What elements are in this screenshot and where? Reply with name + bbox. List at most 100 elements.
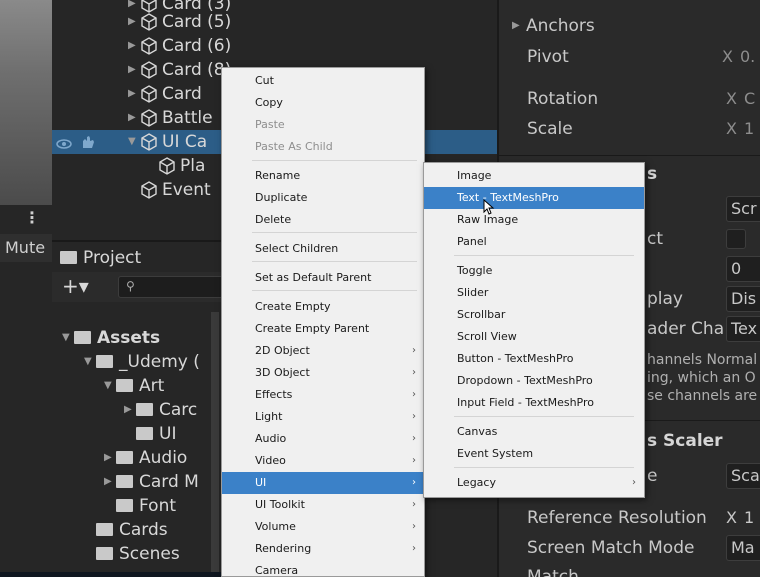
visibility-eye-icon[interactable] — [56, 135, 72, 149]
project-folder-item[interactable]: ▶ Carc — [124, 398, 197, 422]
target-display-dropdown[interactable]: Dis — [726, 286, 760, 312]
scale-x-value[interactable]: 1 — [744, 116, 754, 142]
context-menu-item[interactable]: 2D Object › — [222, 340, 424, 362]
project-folder-item[interactable]: Cards — [84, 518, 168, 542]
project-folder-item[interactable]: ▼ Art — [104, 374, 164, 398]
ui-submenu-item[interactable]: Event System — [424, 443, 644, 465]
sort-order-field[interactable]: 0 — [726, 256, 760, 282]
shader-channels-label: ader Cha — [647, 319, 725, 339]
hierarchy-item[interactable]: ▼ UI Ca — [128, 130, 207, 154]
context-menu-item-label: Copy — [255, 96, 283, 109]
context-menu-item[interactable]: UI › — [222, 472, 424, 494]
render-mode-dropdown[interactable]: Scr — [726, 196, 760, 222]
context-menu-item[interactable]: Create Empty Parent — [222, 318, 424, 340]
foldout-arrow-icon[interactable]: ▶ — [128, 58, 140, 82]
hierarchy-item[interactable]: ▶ Card (5) — [128, 10, 231, 34]
context-menu-item[interactable]: Create Empty — [222, 296, 424, 318]
foldout-arrow-icon[interactable]: ▶ — [104, 470, 116, 494]
foldout-arrow-icon[interactable]: ▶ — [104, 446, 116, 470]
canvas-component-header[interactable]: s — [647, 158, 657, 190]
pixel-perfect-label: ct — [647, 229, 664, 249]
rotation-label: Rotation — [527, 89, 599, 109]
reference-resolution-x-value[interactable]: 1 — [744, 505, 754, 531]
context-menu-item: Paste — [222, 114, 424, 136]
ui-submenu-item-label: Scroll View — [457, 330, 517, 343]
hierarchy-item[interactable]: ▶ Battle — [128, 106, 213, 130]
hierarchy-item[interactable]: ▶ Card (8) — [128, 58, 231, 82]
context-menu-item[interactable]: Rename — [222, 165, 424, 187]
context-menu-item[interactable]: Light › — [222, 406, 424, 428]
foldout-arrow-icon[interactable]: ▶ — [128, 82, 140, 106]
project-folder-item[interactable]: ▼ Assets — [62, 326, 160, 350]
context-menu-item-label: UI Toolkit — [255, 498, 305, 511]
project-folder-item[interactable]: UI — [124, 422, 176, 446]
project-folder-item[interactable]: Scenes — [84, 542, 180, 566]
pickable-hand-icon[interactable] — [80, 134, 96, 148]
context-menu-item[interactable]: Camera — [222, 560, 424, 577]
kebab-menu-icon[interactable]: ⋮ — [24, 208, 40, 227]
canvas-scaler-header[interactable]: s Scaler — [647, 425, 723, 457]
project-folder-item[interactable]: ▼ _Udemy ( — [84, 350, 200, 374]
project-folder-item[interactable]: ▶ Card M — [104, 470, 199, 494]
rotation-x-value[interactable]: C — [744, 86, 755, 112]
project-tab[interactable]: Project — [60, 244, 141, 272]
context-menu-item[interactable]: Cut — [222, 70, 424, 92]
context-menu-item[interactable]: Select Children — [222, 238, 424, 260]
context-menu-item[interactable]: Rendering › — [222, 538, 424, 560]
ui-submenu-item[interactable]: Input Field - TextMeshPro — [424, 392, 644, 414]
context-menu-item[interactable]: Duplicate — [222, 187, 424, 209]
hierarchy-item[interactable]: ▶ Card — [128, 82, 202, 106]
pivot-x-value[interactable]: 0. — [740, 44, 755, 70]
ui-submenu-item[interactable]: Canvas — [424, 421, 644, 443]
foldout-arrow-icon[interactable]: ▼ — [84, 350, 96, 374]
shader-channels-dropdown[interactable]: Tex — [726, 316, 760, 342]
scale-x-label: X — [726, 119, 737, 138]
context-menu-item[interactable]: Effects › — [222, 384, 424, 406]
context-menu-item[interactable]: Video › — [222, 450, 424, 472]
context-menu-item-label: Rename — [255, 169, 301, 182]
foldout-open-icon[interactable]: ▼ — [128, 130, 140, 154]
foldout-arrow-icon[interactable]: ▼ — [62, 326, 74, 350]
hierarchy-item[interactable]: Pla — [146, 154, 205, 178]
ui-submenu-item[interactable]: Text - TextMeshPro — [424, 187, 644, 209]
screen-match-mode-dropdown[interactable]: Ma — [726, 535, 760, 561]
foldout-arrow-icon[interactable]: ▶ — [128, 10, 140, 34]
ui-submenu-item[interactable]: Scrollbar — [424, 304, 644, 326]
ui-submenu-item[interactable]: Raw Image — [424, 209, 644, 231]
hierarchy-item[interactable]: Event — [128, 178, 211, 202]
ui-submenu-item[interactable]: Dropdown - TextMeshPro — [424, 370, 644, 392]
ui-submenu-item[interactable]: Slider — [424, 282, 644, 304]
project-scrollbar[interactable] — [211, 312, 219, 577]
context-menu-item-label: Duplicate — [255, 191, 308, 204]
hierarchy-item-label: Card — [162, 84, 202, 104]
mute-button[interactable]: Mute — [0, 234, 52, 262]
ui-submenu-item[interactable]: Button - TextMeshPro — [424, 348, 644, 370]
anchors-foldout[interactable]: ▶ Anchors — [512, 13, 595, 39]
context-menu-item[interactable]: Volume › — [222, 516, 424, 538]
context-menu-item[interactable]: Delete — [222, 209, 424, 231]
ui-submenu-item[interactable]: Toggle — [424, 260, 644, 282]
context-menu-item[interactable]: Audio › — [222, 428, 424, 450]
context-menu-item[interactable]: Copy — [222, 92, 424, 114]
ui-scale-mode-dropdown[interactable]: Sca — [726, 463, 760, 489]
foldout-arrow-icon[interactable]: ▼ — [104, 374, 116, 398]
context-menu-item[interactable]: UI Toolkit › — [222, 494, 424, 516]
gameobject-cube-icon — [140, 133, 158, 151]
create-asset-button[interactable]: +▾ — [62, 274, 89, 298]
project-folder-item[interactable]: ▶ Audio — [104, 446, 187, 470]
foldout-arrow-icon[interactable]: ▶ — [128, 106, 140, 130]
foldout-arrow-icon[interactable]: ▶ — [124, 398, 136, 422]
pixel-perfect-checkbox[interactable] — [726, 229, 746, 249]
ui-submenu-item[interactable]: Image — [424, 165, 644, 187]
foldout-arrow-icon[interactable]: ▶ — [128, 34, 140, 58]
hierarchy-item[interactable]: ▶ Card (6) — [128, 34, 231, 58]
ui-submenu-item[interactable]: Scroll View — [424, 326, 644, 348]
ui-submenu-item[interactable]: Legacy › — [424, 472, 644, 494]
menu-separator — [454, 416, 634, 417]
ui-submenu-item-label: Scrollbar — [457, 308, 506, 321]
context-menu-item[interactable]: 3D Object › — [222, 362, 424, 384]
project-folder-item[interactable]: Font — [104, 494, 176, 518]
folder-icon — [116, 378, 133, 392]
context-menu-item[interactable]: Set as Default Parent — [222, 267, 424, 289]
ui-submenu-item[interactable]: Panel — [424, 231, 644, 253]
